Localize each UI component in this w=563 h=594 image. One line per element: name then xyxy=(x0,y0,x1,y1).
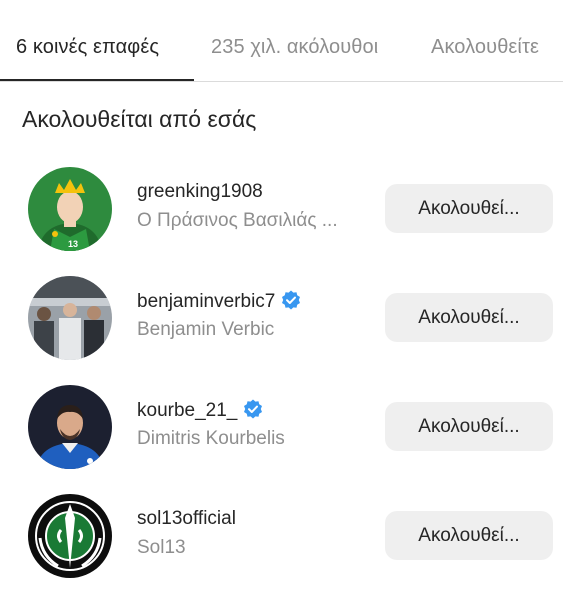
username-text: kourbe_21_ xyxy=(137,400,238,421)
username-text: sol13official xyxy=(137,508,236,529)
active-tab-indicator xyxy=(0,79,194,81)
list-item[interactable]: sol13official Sol13 Ακολουθεί... xyxy=(0,494,563,594)
following-button[interactable]: Ακολουθεί... xyxy=(385,402,553,451)
list-item[interactable]: benjaminverbic7 Benjamin Verbic Ακολουθε… xyxy=(0,276,563,376)
username[interactable]: sol13official xyxy=(137,508,236,530)
player-in-blue-kit-avatar-icon xyxy=(28,385,112,469)
avatar[interactable] xyxy=(28,385,112,469)
username[interactable]: benjaminverbic7 xyxy=(137,290,301,313)
tab-mutual-contacts[interactable]: 6 κοινές επαφές xyxy=(16,36,159,59)
verified-badge-icon xyxy=(282,290,301,310)
full-name: Benjamin Verbic xyxy=(137,319,275,340)
list-item[interactable]: 13 greenking1908 Ο Πράσινος Βασιλιάς ...… xyxy=(0,167,563,267)
crowned-player-avatar-icon: 13 xyxy=(28,167,112,251)
username-text: greenking1908 xyxy=(137,181,263,202)
full-name: Sol13 xyxy=(137,537,186,558)
avatar[interactable]: 13 xyxy=(28,167,112,251)
username-text: benjaminverbic7 xyxy=(137,291,276,312)
following-button[interactable]: Ακολουθεί... xyxy=(385,293,553,342)
airport-group-photo-avatar-icon xyxy=(28,276,112,360)
avatar[interactable] xyxy=(28,276,112,360)
username[interactable]: kourbe_21_ xyxy=(137,399,263,422)
following-button[interactable]: Ακολουθεί... xyxy=(385,511,553,560)
tab-following[interactable]: Ακολουθείτε xyxy=(431,36,539,59)
tab-followers[interactable]: 235 χιλ. ακόλουθοι xyxy=(211,36,378,59)
svg-text:13: 13 xyxy=(68,239,78,249)
following-button[interactable]: Ακολουθεί... xyxy=(385,184,553,233)
full-name: Dimitris Kourbelis xyxy=(137,428,285,449)
avatar[interactable] xyxy=(28,494,112,578)
section-title: Ακολουθείται από εσάς xyxy=(22,106,257,132)
list-item[interactable]: kourbe_21_ Dimitris Kourbelis Ακολουθεί.… xyxy=(0,385,563,485)
full-name: Ο Πράσινος Βασιλιάς ... xyxy=(137,210,338,231)
verified-badge-icon xyxy=(244,399,263,419)
username[interactable]: greenking1908 xyxy=(137,181,263,203)
sol13-emblem-avatar-icon xyxy=(28,494,112,578)
tab-bar: 6 κοινές επαφές 235 χιλ. ακόλουθοι Ακολο… xyxy=(0,0,563,82)
